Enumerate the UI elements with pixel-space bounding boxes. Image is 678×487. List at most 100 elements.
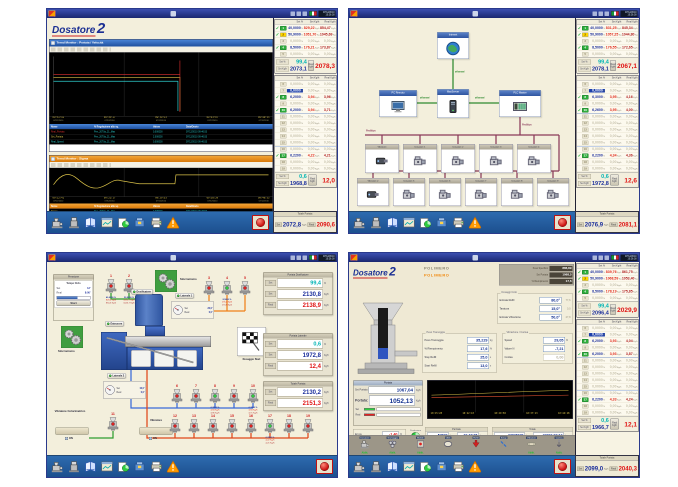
toolbar-trends-icon[interactable] — [403, 460, 416, 473]
doser-unit[interactable]: 19 — [296, 414, 320, 436]
real-kgh-button[interactable]: Real Kg/h — [308, 60, 314, 71]
toolbar-dosing-unit-icon[interactable] — [353, 460, 366, 473]
device-item-4[interactable]: Oblò — [436, 436, 461, 454]
real-kgh-button[interactable]: Real Kg/h — [308, 175, 317, 186]
doser-unit[interactable]: 5 — [233, 276, 257, 298]
device-item-5[interactable]: Refill — [463, 436, 488, 454]
network-device-box[interactable]: Vibratore 2 — [357, 178, 389, 206]
on-checkbox[interactable] — [65, 437, 68, 440]
network-device-box[interactable]: Dosatore 7 — [465, 178, 497, 206]
network-device-box[interactable]: Dosatore 2 — [441, 144, 475, 173]
extrusore-button[interactable]: Extrusore — [105, 321, 124, 327]
legend-row[interactable]: Real_SpeedPen_2070a_21_Max0,00000007/12/… — [50, 140, 273, 145]
dosaggio-start-flag[interactable] — [237, 327, 266, 356]
field-value[interactable]: 29,05 — [543, 337, 565, 344]
toolbar-dosing-unit-icon[interactable] — [51, 460, 64, 473]
network-device-box[interactable]: Dosatore 5 — [393, 178, 425, 206]
field-value[interactable]: 25,0 — [467, 354, 489, 361]
emergency-stop-button[interactable] — [554, 459, 571, 474]
toolbar-printer-icon[interactable] — [452, 216, 465, 229]
toolbar-archive-icon[interactable] — [134, 216, 147, 229]
network-node-plc[interactable]: PLC Master — [499, 90, 541, 117]
toolbar-recipes-icon[interactable] — [386, 460, 399, 473]
pin-icon[interactable] — [593, 11, 598, 16]
set-portata-value[interactable]: 1067,04 — [369, 387, 415, 394]
doser-unit[interactable]: 11 — [101, 412, 125, 434]
network-device-box[interactable]: Dosatore 8 — [501, 178, 533, 206]
toolbar-recipes-icon[interactable] — [84, 460, 97, 473]
toolbar-trends-icon[interactable] — [101, 216, 114, 229]
phone-icon[interactable] — [599, 11, 604, 16]
toolbar-trends-icon[interactable] — [403, 216, 416, 229]
on-checkbox[interactable] — [149, 437, 152, 440]
real-kgh-button[interactable]: Real Kg/h — [610, 419, 619, 430]
device-item-2[interactable]: TramoggiaAbilit. — [380, 436, 405, 454]
phone-icon[interactable] — [297, 255, 302, 260]
toolbar-dosing-unit-icon[interactable] — [353, 216, 366, 229]
italian-flag-icon[interactable] — [309, 255, 317, 260]
vibratore-on[interactable]: ON — [149, 437, 157, 440]
folder-icon[interactable] — [303, 11, 308, 16]
network-device-box[interactable]: Dosatore 1 — [403, 144, 437, 173]
device-item-6[interactable]: Setup — [491, 436, 516, 454]
device-item-8[interactable]: CocleaAbilit. — [547, 436, 572, 454]
field-value[interactable]: -7,21 — [543, 346, 565, 353]
field-value[interactable]: 13,0 — [467, 363, 489, 370]
emergency-stop-button[interactable] — [554, 215, 571, 230]
toolbar-feeder-icon[interactable] — [370, 460, 383, 473]
pin-icon[interactable] — [593, 255, 598, 260]
field-value[interactable]: 50,0° — [540, 314, 562, 321]
device-item-1[interactable]: DosatoreAbilit. — [352, 436, 377, 454]
emergency-stop-button[interactable] — [316, 459, 333, 474]
laterale2-button[interactable]: Laterale 2 — [107, 373, 126, 379]
italian-flag-icon[interactable] — [309, 11, 317, 16]
folder-icon[interactable] — [605, 255, 610, 260]
network-node-internet[interactable]: Internet — [437, 32, 469, 59]
network-device-box[interactable]: Dosatore 9 — [537, 178, 569, 206]
toolbar-trends-icon[interactable] — [101, 460, 114, 473]
network-device-box[interactable]: Dosatore 6 — [429, 178, 461, 206]
italian-flag-icon[interactable] — [611, 11, 619, 16]
network-device-box[interactable]: Dosatore 4 — [517, 144, 551, 173]
toolbar-alarms-icon[interactable] — [167, 460, 180, 473]
real-kgh-button[interactable]: Real Kg/h — [610, 60, 616, 71]
toolbar-printer-icon[interactable] — [150, 216, 163, 229]
device-item-3[interactable]: MobileAbilit. — [408, 436, 433, 454]
toolbar-feeder-icon[interactable] — [68, 216, 81, 229]
pin-icon[interactable] — [291, 255, 296, 260]
toolbar-reports-icon[interactable] — [117, 460, 130, 473]
network-device-box[interactable]: Vibratore — [365, 144, 399, 173]
real-kgh-button[interactable]: Real Kg/h — [610, 175, 619, 186]
toolbar-dosing-unit-icon[interactable] — [51, 216, 64, 229]
trend-window-titlebar[interactable]: Trend Monitor : Portata / Velocità — [50, 40, 273, 47]
network-node-pc[interactable]: PC Remoto — [379, 90, 417, 117]
toolbar-archive-icon[interactable] — [436, 216, 449, 229]
field-value[interactable]: 80,0° — [540, 297, 562, 304]
toolbar-printer-icon[interactable] — [150, 460, 163, 473]
laterale1-button[interactable]: Laterale 1 — [175, 293, 194, 299]
field-value[interactable]: 0,00 — [543, 354, 565, 361]
field-value[interactable]: 17,6 — [467, 346, 489, 353]
toolbar-alarms-icon[interactable] — [167, 216, 180, 229]
toolbar-feeder-icon[interactable] — [370, 216, 383, 229]
toolbar-recipes-icon[interactable] — [84, 216, 97, 229]
doser-unit[interactable]: 106,2000 %3,94 Kg/h3,71 Kg/h — [241, 384, 265, 414]
folder-icon[interactable] — [605, 11, 610, 16]
italian-flag-icon[interactable] — [611, 255, 619, 260]
real-kgh-button[interactable]: Real Kg/h — [610, 304, 616, 315]
network-node-server[interactable]: MaxServer — [437, 89, 469, 118]
toolbar-reports-icon[interactable] — [419, 460, 432, 473]
start-button[interactable]: Start — [57, 301, 91, 307]
toolbar-printer-icon[interactable] — [452, 460, 465, 473]
field-value[interactable]: 15,0° — [540, 306, 562, 313]
toolbar-reports-icon[interactable] — [117, 216, 130, 229]
dosificatore-button[interactable]: Dosificatore — [131, 289, 153, 295]
toolbar-reports-icon[interactable] — [419, 216, 432, 229]
toolbar-alarms-icon[interactable] — [469, 216, 482, 229]
folder-icon[interactable] — [303, 255, 308, 260]
device-item-7[interactable]: VibratoreAbilit. — [519, 436, 544, 454]
field-value[interactable]: 35,229 — [467, 337, 489, 344]
toolbar-archive-icon[interactable] — [436, 460, 449, 473]
toolbar-recipes-icon[interactable] — [386, 216, 399, 229]
toolbar-feeder-icon[interactable] — [68, 460, 81, 473]
